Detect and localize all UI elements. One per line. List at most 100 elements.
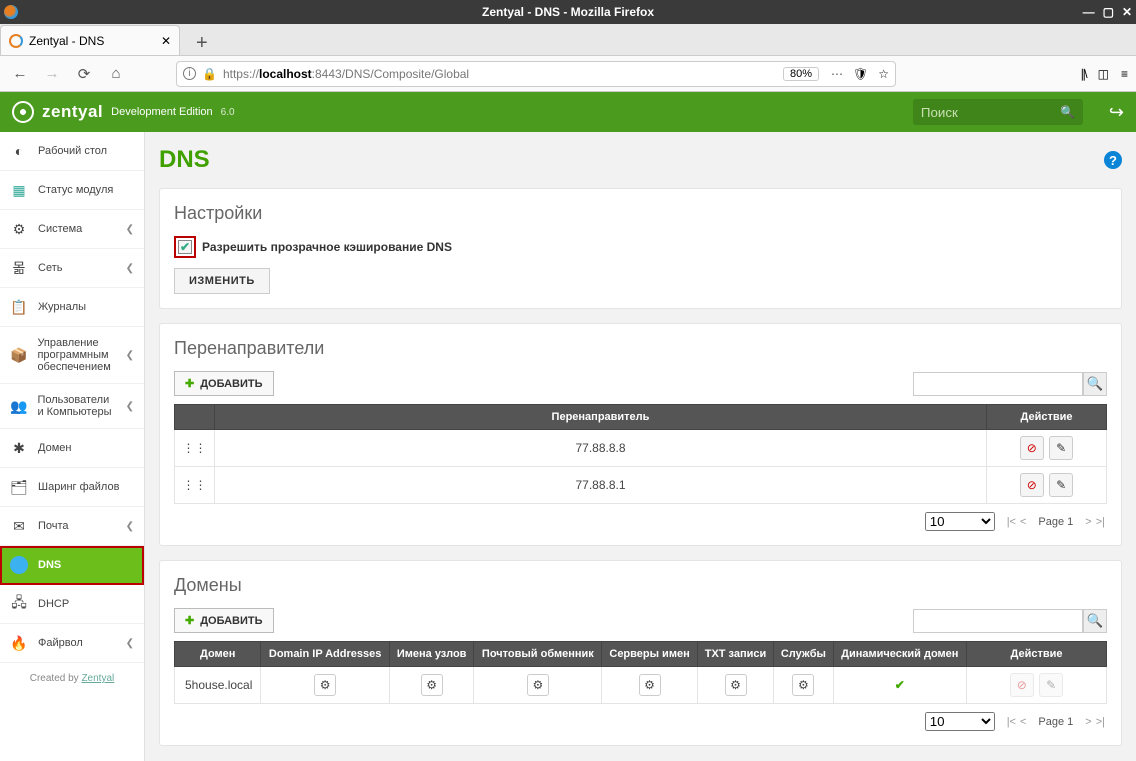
forward-button[interactable]: →: [40, 62, 64, 86]
header-search[interactable]: 🔍: [913, 99, 1083, 125]
delete-button[interactable]: ⊘: [1020, 473, 1044, 497]
zentyal-logo[interactable]: zentyal Development Edition 6.0: [12, 101, 235, 123]
forwarders-search-button[interactable]: 🔍: [1083, 372, 1107, 396]
col-hosts: Имена узлов: [389, 642, 474, 667]
page-title: DNS ?: [159, 146, 1122, 174]
back-button[interactable]: ←: [8, 62, 32, 86]
edit-button[interactable]: ✎: [1049, 473, 1073, 497]
window-title: Zentyal - DNS - Mozilla Firefox: [482, 5, 654, 19]
maximize-icon[interactable]: ▢: [1103, 5, 1114, 19]
users-icon: 👥: [10, 397, 27, 415]
sidebar-item-domain[interactable]: ✱Домен: [0, 429, 144, 468]
config-txt-button[interactable]: ⚙: [725, 674, 747, 696]
drag-handle-icon[interactable]: ⋮⋮: [175, 430, 215, 467]
sidebar-item-mail[interactable]: ✉Почта❮: [0, 507, 144, 546]
chevron-left-icon: ❮: [126, 224, 134, 235]
page-size-select[interactable]: 10: [925, 512, 995, 531]
domains-search-input[interactable]: [913, 609, 1083, 633]
sidebar-credits: Created by Zentyal: [0, 663, 144, 694]
browser-tab[interactable]: Zentyal - DNS ✕: [0, 25, 180, 55]
pager-last-icon[interactable]: >|: [1094, 716, 1107, 728]
add-forwarder-button[interactable]: ✚ДОБАВИТЬ: [174, 371, 274, 396]
pager-first-icon[interactable]: |<: [1005, 716, 1018, 728]
col-action: Действие: [987, 405, 1107, 430]
credits-link[interactable]: Zentyal: [81, 673, 114, 684]
sidebar-item-dns[interactable]: DNS: [0, 546, 144, 585]
url-bar[interactable]: i 🔒 https://localhost:8443/DNS/Composite…: [176, 61, 896, 87]
sidebar-item-module-status[interactable]: ▦Статус модуля: [0, 171, 144, 210]
home-button[interactable]: ⌂: [104, 62, 128, 86]
config-hosts-button[interactable]: ⚙: [421, 674, 443, 696]
dhcp-icon: 🖧: [10, 595, 28, 613]
browser-toolbar: ← → ⟳ ⌂ i 🔒 https://localhost:8443/DNS/C…: [0, 56, 1136, 92]
sidebar-item-network[interactable]: 몲Сеть❮: [0, 249, 144, 288]
close-window-icon[interactable]: ✕: [1122, 5, 1132, 19]
mail-icon: ✉: [10, 517, 28, 535]
settings-panel: Настройки ✔ Разрешить прозрачное кэширов…: [159, 188, 1122, 309]
favicon-icon: [9, 34, 23, 48]
info-icon[interactable]: i: [183, 67, 196, 80]
pager-last-icon[interactable]: >|: [1094, 516, 1107, 528]
sidebar-item-logs[interactable]: 📋Журналы: [0, 288, 144, 327]
hamburger-icon[interactable]: ≡: [1121, 67, 1128, 81]
clipboard-icon: 📋: [10, 298, 28, 316]
submit-button[interactable]: ИЗМЕНИТЬ: [174, 268, 270, 294]
bookmark-star-icon[interactable]: ☆: [878, 67, 889, 81]
logo-icon: [12, 101, 34, 123]
domains-table: Домен Domain IP Addresses Имена узлов По…: [174, 641, 1107, 704]
domains-search-button[interactable]: 🔍: [1083, 609, 1107, 633]
help-icon[interactable]: ?: [1104, 151, 1122, 169]
pager-first-icon[interactable]: |<: [1005, 516, 1018, 528]
browser-tab-bar: Zentyal - DNS ✕ +: [0, 24, 1136, 56]
transparent-cache-checkbox[interactable]: ✔: [178, 240, 192, 254]
drag-handle-icon[interactable]: ⋮⋮: [175, 467, 215, 504]
col-mx: Почтовый обменник: [474, 642, 602, 667]
shield-icon[interactable]: 🛡: [853, 67, 868, 81]
col-forwarder: Перенаправитель: [215, 405, 987, 430]
page-action-icon[interactable]: ⋯: [831, 67, 843, 81]
pager-next-icon[interactable]: >: [1083, 516, 1093, 528]
add-domain-button[interactable]: ✚ДОБАВИТЬ: [174, 608, 274, 633]
edit-button[interactable]: ✎: [1039, 673, 1063, 697]
search-icon[interactable]: 🔍: [1060, 105, 1075, 119]
delete-button[interactable]: ⊘: [1020, 436, 1044, 460]
sidebar-icon[interactable]: ◫: [1098, 67, 1109, 81]
firewall-icon: 🔥: [10, 634, 28, 652]
config-ip-button[interactable]: ⚙: [314, 674, 336, 696]
sidebar-item-software[interactable]: 📦Управление программным обеспечением❮: [0, 327, 144, 384]
minimize-icon[interactable]: —: [1083, 5, 1095, 19]
checkbox-label: Разрешить прозрачное кэширование DNS: [202, 240, 452, 254]
col-action: Действие: [967, 642, 1107, 667]
close-tab-icon[interactable]: ✕: [161, 34, 171, 48]
transparent-cache-checkbox-wrap: ✔: [174, 236, 196, 258]
zoom-level[interactable]: 80%: [783, 67, 819, 81]
sidebar-item-file-sharing[interactable]: 🗂Шаринг файлов: [0, 468, 144, 507]
lock-warning-icon: 🔒: [202, 67, 217, 81]
page-size-select[interactable]: 10: [925, 712, 995, 731]
edit-button[interactable]: ✎: [1049, 436, 1073, 460]
delete-button[interactable]: ⊘: [1010, 673, 1034, 697]
pager-prev-icon[interactable]: <: [1018, 716, 1028, 728]
forwarder-ip: 77.88.8.1: [215, 467, 987, 504]
pager-next-icon[interactable]: >: [1083, 716, 1093, 728]
sidebar-item-users[interactable]: 👥Пользователи и Компьютеры❮: [0, 384, 144, 429]
main-content: DNS ? Настройки ✔ Разрешить прозрачное к…: [145, 132, 1136, 761]
new-tab-button[interactable]: +: [188, 32, 216, 55]
config-mx-button[interactable]: ⚙: [527, 674, 549, 696]
grid-icon: ▦: [10, 181, 28, 199]
logout-button[interactable]: ↪: [1109, 102, 1124, 123]
library-icon[interactable]: ∥\: [1080, 67, 1085, 81]
sidebar-item-dhcp[interactable]: 🖧DHCP: [0, 585, 144, 624]
sidebar-item-firewall[interactable]: 🔥Файрвол❮: [0, 624, 144, 663]
forwarders-search-input[interactable]: [913, 372, 1083, 396]
sidebar-item-dashboard[interactable]: ◐Рабочий стол: [0, 132, 144, 171]
dns-icon: [10, 556, 28, 574]
config-ns-button[interactable]: ⚙: [639, 674, 661, 696]
brand-name: zentyal: [42, 102, 103, 122]
pager-prev-icon[interactable]: <: [1018, 516, 1028, 528]
search-input[interactable]: [921, 105, 1060, 120]
reload-button[interactable]: ⟳: [72, 62, 96, 86]
sidebar-item-system[interactable]: ⚙Система❮: [0, 210, 144, 249]
config-srv-button[interactable]: ⚙: [792, 674, 814, 696]
col-ip: Domain IP Addresses: [261, 642, 389, 667]
